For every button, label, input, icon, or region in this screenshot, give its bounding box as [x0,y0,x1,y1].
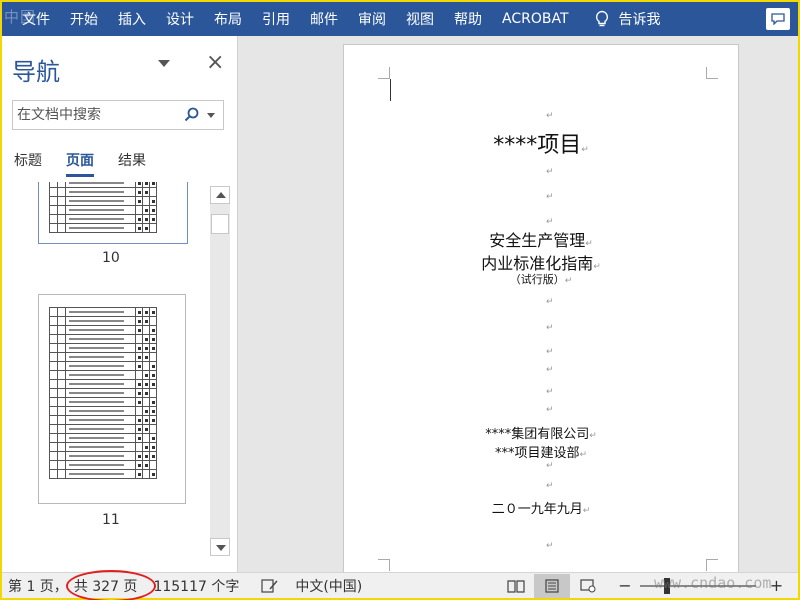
web-layout-icon [580,578,596,592]
tab-mailings[interactable]: 邮件 [300,9,348,29]
paragraph-mark: ↵ [546,192,554,202]
paragraph-mark: ↵ [546,405,554,415]
paragraph-mark: ↵ [546,217,554,227]
nav-tabs: 标题 页面 结果 [14,150,170,177]
paragraph-mark: ↵ [546,481,554,491]
lightbulb-icon[interactable] [593,10,611,28]
paragraph-mark: ↵ [546,167,554,177]
tab-review[interactable]: 审阅 [348,9,396,29]
margin-corner-mark [378,67,390,79]
navigation-pane: 导航 × 标题 页面 结果 10 11 [2,36,238,572]
ribbon-menu-bar: 文件 开始 插入 设计 布局 引用 邮件 审阅 视图 帮助 ACROBAT 告诉… [2,2,798,36]
thumbnail-table [49,307,157,479]
tab-layout[interactable]: 布局 [204,9,252,29]
search-icon[interactable] [183,106,201,124]
page-thumbnails: 10 11 [2,182,208,562]
paragraph-mark: ↵ [546,347,554,357]
margin-corner-mark [706,559,718,571]
zoom-slider[interactable] [639,577,756,594]
paragraph-mark: ↵ [546,111,554,121]
paragraph-mark: ↵ [546,541,554,551]
paragraph-mark: ↵ [546,387,554,397]
nav-tab-headings[interactable]: 标题 [14,150,42,177]
print-layout-button[interactable] [534,573,571,598]
paragraph-mark: ↵ [546,297,554,307]
web-layout-button[interactable] [570,574,606,598]
tell-me-search[interactable]: 告诉我 [611,9,671,29]
scroll-up-arrow-icon[interactable] [210,186,230,204]
proofing-icon[interactable] [261,578,279,594]
margin-corner-mark [378,559,390,571]
page-layout-icon [545,578,559,593]
read-mode-button[interactable] [498,574,534,598]
status-total-pages[interactable]: 共 327 页 [65,569,156,600]
scroll-thumb[interactable] [211,214,229,234]
nav-close-icon[interactable]: × [206,50,224,75]
book-icon [507,579,525,593]
page-thumbnail-10[interactable] [38,182,188,244]
comments-button[interactable] [766,8,790,30]
document-page[interactable]: ****项目↵ 安全生产管理↵ 内业标准化指南↵ （试行版）↵ ****集团有限… [343,44,739,574]
tab-help[interactable]: 帮助 [444,9,492,29]
nav-tab-pages[interactable]: 页面 [66,150,94,177]
paragraph-mark: ↵ [546,461,554,471]
tab-home[interactable]: 开始 [60,9,108,29]
status-page-number[interactable]: 第 1 页， [8,576,68,596]
thumbnail-table [49,182,157,233]
document-organization: ****集团有限公司↵ [485,427,597,442]
tab-file[interactable]: 文件 [2,9,60,29]
search-options-chevron-icon[interactable] [207,112,215,118]
page-number-label: 10 [102,250,120,266]
paragraph-mark: ↵ [546,365,554,375]
zoom-in-button[interactable]: + [770,576,783,595]
status-language[interactable]: 中文(中国) [295,576,362,596]
text-cursor [390,79,391,101]
page-number-label: 11 [102,512,120,528]
page-thumbnail-11[interactable] [38,294,186,504]
tab-references[interactable]: 引用 [252,9,300,29]
status-bar: 第 1 页， 共 327 页 115117 个字 中文(中国) − + [2,569,798,600]
scroll-down-arrow-icon[interactable] [210,538,230,556]
document-heading-1: 安全生产管理↵ [489,231,593,250]
zoom-out-button[interactable]: − [618,576,631,595]
comment-icon [771,13,785,25]
status-word-count[interactable]: 115117 个字 [153,576,239,596]
document-title: ****项目↵ [493,133,589,158]
zoom-slider-knob[interactable] [663,577,670,594]
document-date: 二０一九年九月↵ [491,502,591,517]
tab-acrobat[interactable]: ACROBAT [492,11,579,27]
nav-search-box [12,100,224,130]
paragraph-mark: ↵ [546,323,554,333]
document-subtitle: （试行版）↵ [509,273,573,286]
margin-corner-mark [706,67,718,79]
tab-design[interactable]: 设计 [156,9,204,29]
nav-search-input[interactable] [13,107,181,123]
thumbnail-scrollbar[interactable] [210,186,230,556]
document-area: ****项目↵ 安全生产管理↵ 内业标准化指南↵ （试行版）↵ ****集团有限… [239,36,798,574]
nav-pane-title: 导航 [12,58,60,86]
nav-tab-results[interactable]: 结果 [118,150,146,177]
document-department: ***项目建设部↵ [494,446,588,461]
tab-view[interactable]: 视图 [396,9,444,29]
tab-insert[interactable]: 插入 [108,9,156,29]
nav-options-dropdown-icon[interactable] [158,60,170,67]
